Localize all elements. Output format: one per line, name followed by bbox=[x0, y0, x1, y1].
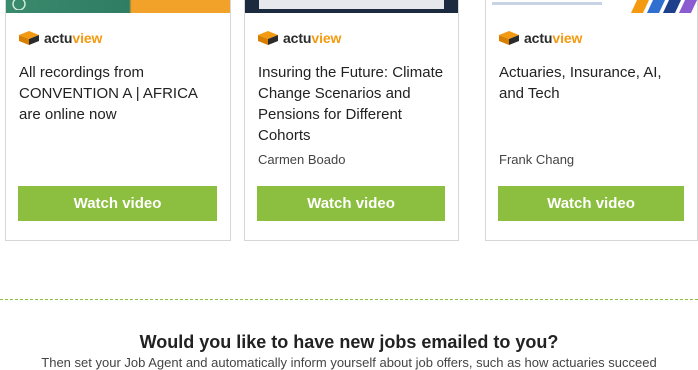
video-card-2: actuview Insuring the Future: Climate Ch… bbox=[244, 0, 459, 241]
watch-video-button[interactable]: Watch video bbox=[498, 186, 684, 221]
video-thumbnail-2[interactable] bbox=[245, 0, 458, 13]
video-author: Frank Chang bbox=[499, 152, 575, 167]
watch-video-button[interactable]: Watch video bbox=[18, 186, 217, 221]
video-card-1: actuview All recordings from CONVENTION … bbox=[5, 0, 231, 241]
actuview-logo-icon bbox=[258, 31, 278, 45]
logo-text: actuview bbox=[524, 30, 583, 46]
actuview-logo: actuview bbox=[19, 30, 102, 46]
job-agent-heading: Would you like to have new jobs emailed … bbox=[139, 332, 559, 352]
video-title[interactable]: Actuaries, Insurance, AI, and Tech bbox=[499, 62, 687, 104]
actuview-logo: actuview bbox=[499, 30, 582, 46]
actuview-logo: actuview bbox=[258, 30, 341, 46]
actuview-logo-icon bbox=[19, 31, 39, 45]
video-thumbnail-3[interactable] bbox=[486, 0, 697, 13]
logo-text: actuview bbox=[44, 30, 103, 46]
globe-icon bbox=[12, 0, 26, 10]
video-thumbnail-1[interactable] bbox=[6, 0, 230, 13]
actuview-logo-icon bbox=[499, 31, 519, 45]
video-title[interactable]: All recordings from CONVENTION A | AFRIC… bbox=[19, 62, 220, 125]
job-agent-description: Then set your Job Agent and automaticall… bbox=[41, 355, 657, 370]
section-divider bbox=[0, 299, 698, 300]
video-author: Carmen Boado bbox=[258, 152, 346, 167]
video-card-3: actuview Actuaries, Insurance, AI, and T… bbox=[485, 0, 698, 241]
watch-video-button[interactable]: Watch video bbox=[257, 186, 445, 221]
logo-text: actuview bbox=[283, 30, 342, 46]
video-title[interactable]: Insuring the Future: Climate Change Scen… bbox=[258, 62, 448, 146]
